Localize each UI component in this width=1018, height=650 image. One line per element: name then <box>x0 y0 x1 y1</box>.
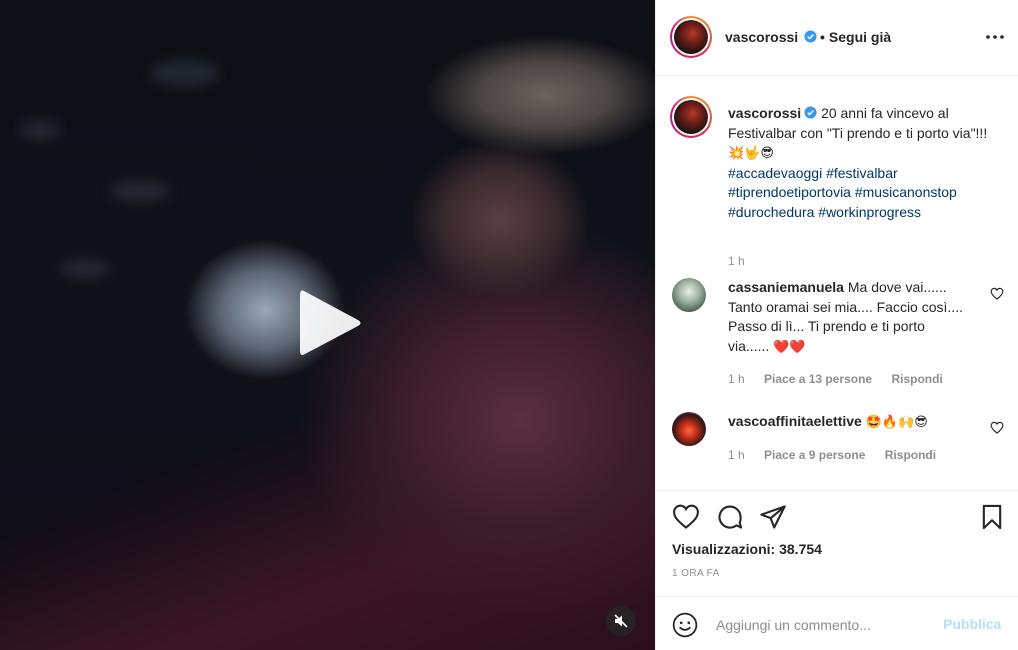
caption-text: vascorossi 20 anni fa vincevo al Festiva… <box>728 104 998 222</box>
comment-emojis: ❤️❤️ <box>773 339 806 355</box>
commenter-avatar[interactable] <box>672 278 706 312</box>
commenter-username[interactable]: vascoaffinitaelettive <box>728 413 862 429</box>
author-avatar[interactable] <box>670 16 712 58</box>
caption-emojis: 💥🤟😎 <box>728 146 774 161</box>
comment-text: vascoaffinitaelettive 🤩🔥🙌😎 <box>728 412 968 433</box>
post-actions: Visualizzazioni: 38.754 1 ORA FA <box>656 490 1018 592</box>
caption-username[interactable]: vascorossi <box>728 105 801 121</box>
hashtags-line-1[interactable]: #accadevaoggi #festivalbar <box>728 165 898 181</box>
commenter-avatar[interactable] <box>672 412 706 446</box>
add-comment-bar: Pubblica <box>656 596 1018 650</box>
post-panel: vascorossi • Segui già vascorossi 20 anni… <box>655 0 1018 650</box>
speaker-muted-icon <box>614 614 628 628</box>
like-comment-heart-icon[interactable] <box>990 421 1004 434</box>
video-frame <box>150 60 220 86</box>
like-comment-heart-icon[interactable] <box>990 287 1004 300</box>
video-frame <box>20 120 60 140</box>
comment-time[interactable]: 1 h <box>728 372 745 386</box>
comment-meta: 1 h Piace a 9 persone Rispondi <box>728 448 952 462</box>
hashtags-line-3[interactable]: #durochedura #workinprogress <box>728 204 921 220</box>
caption-timestamp[interactable]: 1 h <box>728 254 745 268</box>
post-timestamp[interactable]: 1 ORA FA <box>672 568 720 579</box>
comment-likes[interactable]: Piace a 9 persone <box>764 448 865 462</box>
comment-reply-button[interactable]: Rispondi <box>885 448 936 462</box>
follow-status[interactable]: • Segui già <box>820 29 891 45</box>
video-frame <box>110 180 170 202</box>
hashtags-line-2[interactable]: #tiprendoetiportovia #musicanonstop <box>728 184 957 200</box>
comments-section: vascorossi 20 anni fa vincevo al Festiva… <box>656 77 1018 490</box>
like-heart-icon[interactable] <box>672 503 700 531</box>
comment-text: cassaniemanuela Ma dove vai...... Tanto … <box>728 278 968 357</box>
verified-badge-icon <box>804 30 817 43</box>
verified-badge-icon <box>804 106 817 119</box>
post-header: vascorossi • Segui già <box>656 0 1018 76</box>
comment-bubble-icon[interactable] <box>716 503 744 531</box>
video-frame <box>60 260 110 278</box>
views-count: 38.754 <box>779 541 822 557</box>
video-player[interactable] <box>0 0 655 650</box>
views-label: Visualizzazioni: <box>672 541 776 557</box>
commenter-username[interactable]: cassaniemanuela <box>728 279 844 295</box>
publish-button[interactable]: Pubblica <box>943 616 1001 632</box>
comment-time[interactable]: 1 h <box>728 448 745 462</box>
comment-meta: 1 h Piace a 13 persone Rispondi <box>728 372 959 386</box>
views-count-row: Visualizzazioni: 38.754 <box>672 541 822 557</box>
mute-button[interactable] <box>606 606 636 636</box>
caption-author-avatar[interactable] <box>670 96 712 138</box>
comment-emojis: 🤩🔥🙌😎 <box>865 415 928 430</box>
emoji-smiley-icon[interactable] <box>672 612 698 638</box>
save-bookmark-icon[interactable] <box>978 503 1006 531</box>
play-icon[interactable] <box>296 287 364 359</box>
share-paper-plane-icon[interactable] <box>759 503 787 531</box>
follow-label[interactable]: Segui già <box>829 29 891 45</box>
comment-likes[interactable]: Piace a 13 persone <box>764 372 872 386</box>
author-username[interactable]: vascorossi <box>725 29 798 45</box>
more-options-icon[interactable] <box>985 33 1005 41</box>
comment-input[interactable] <box>716 611 926 639</box>
comment-reply-button[interactable]: Rispondi <box>891 372 942 386</box>
